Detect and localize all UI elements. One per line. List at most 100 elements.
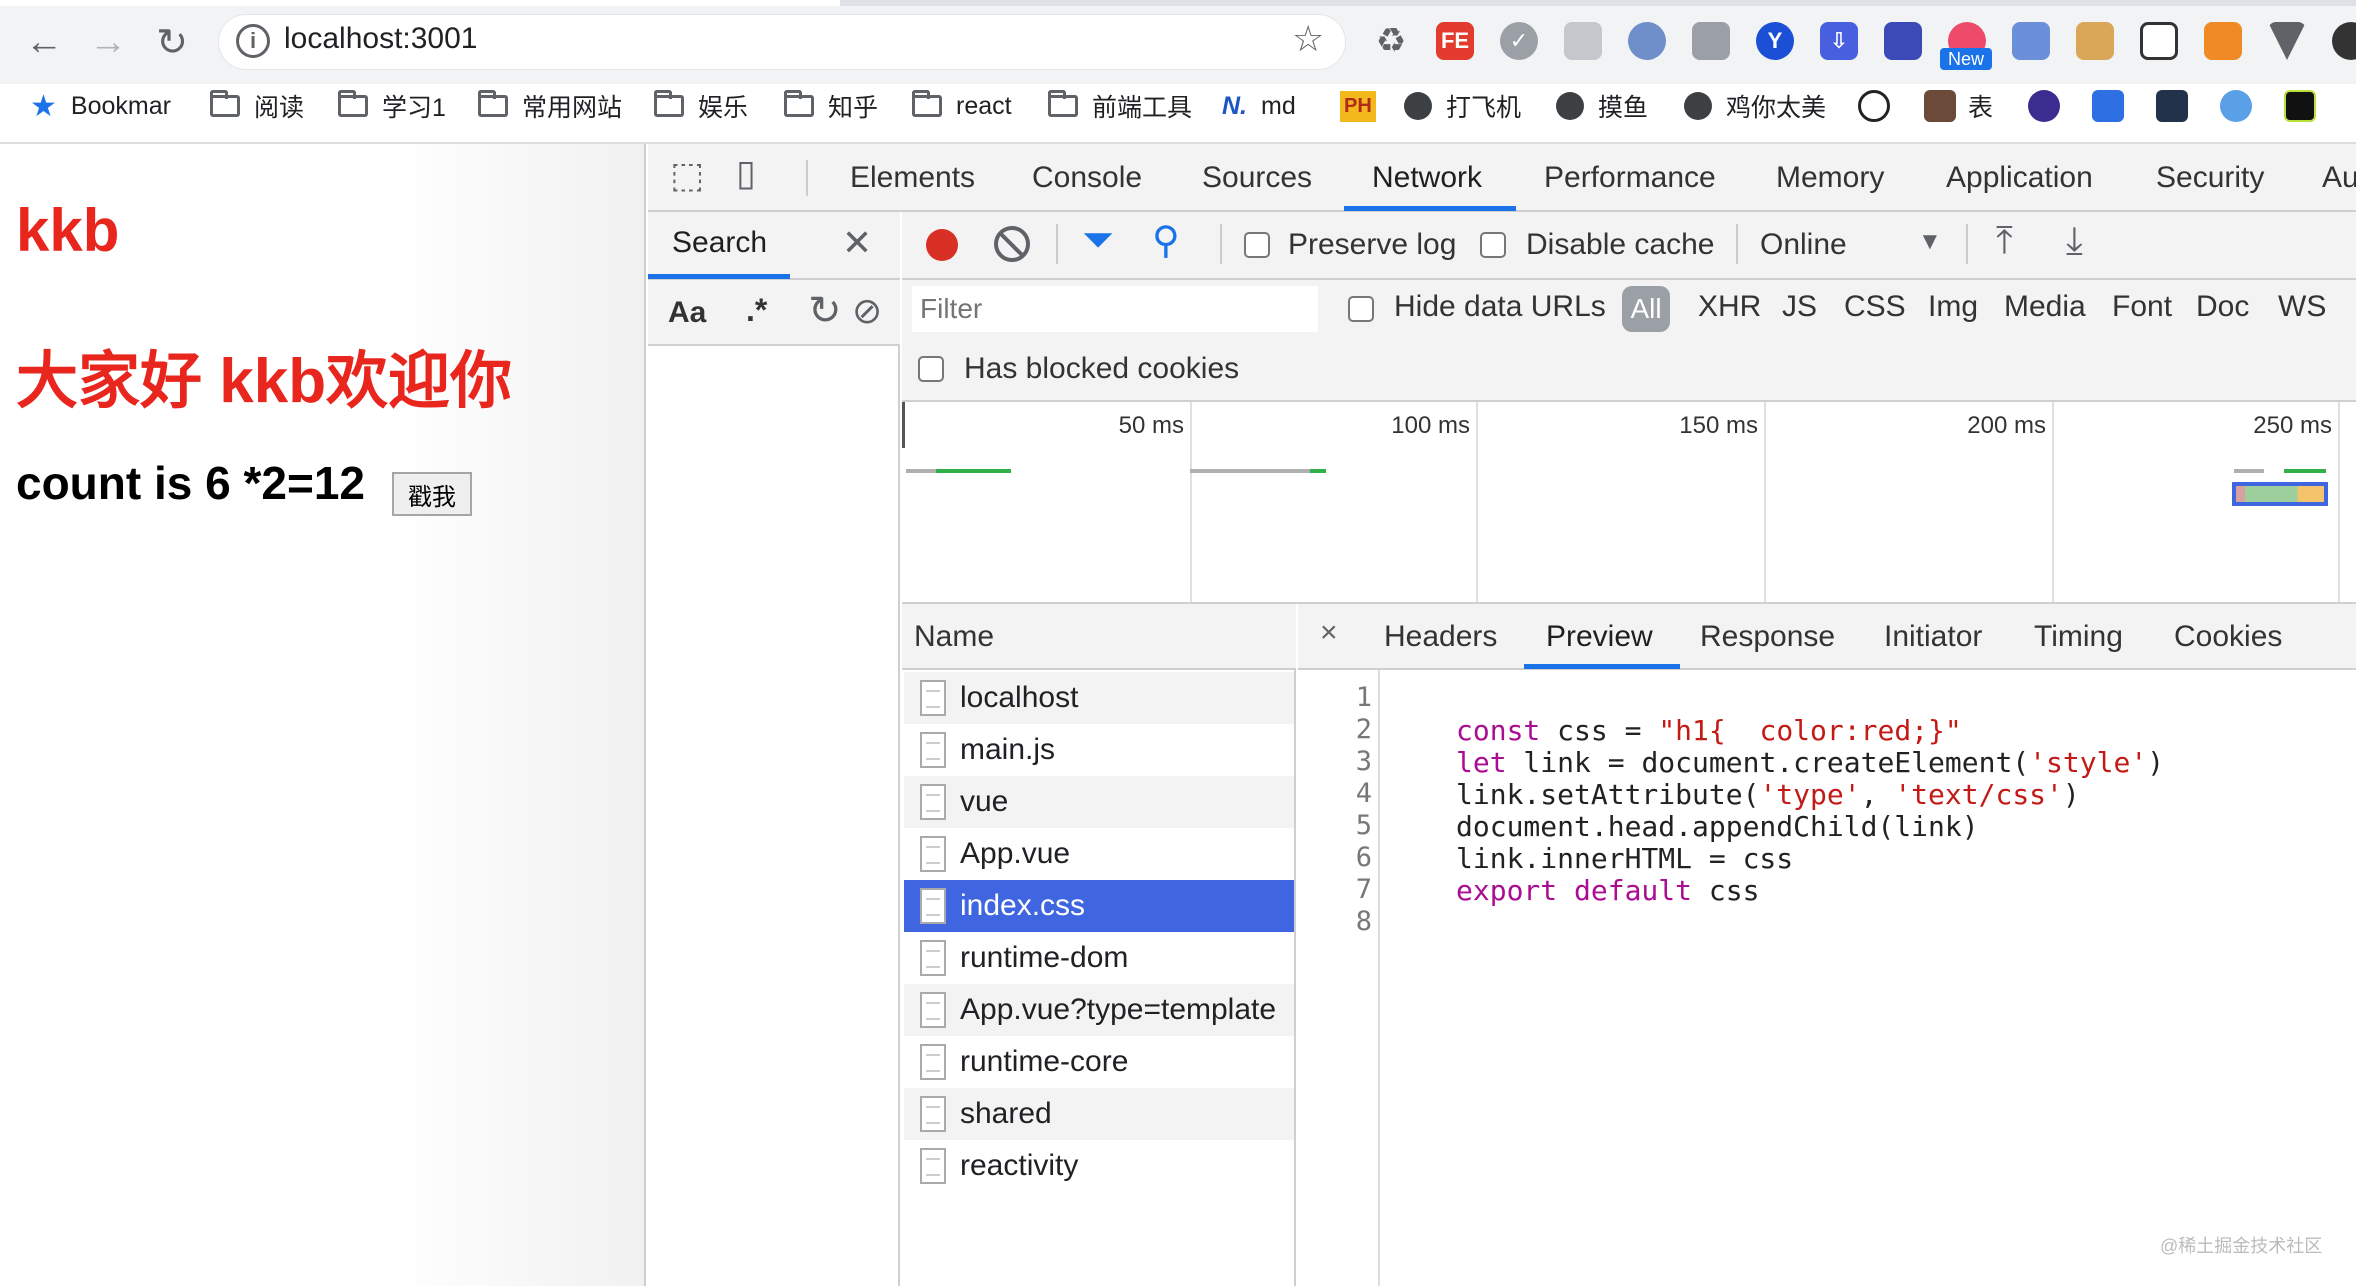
tab-elements[interactable]: Elements	[850, 144, 975, 212]
request-row[interactable]: vue	[904, 776, 1294, 828]
bookmark-folder[interactable]: 常用网站	[478, 86, 622, 126]
y-extension-icon[interactable]: Y	[1756, 22, 1794, 60]
fe-extension-icon[interactable]: FE	[1436, 22, 1474, 60]
tab-preview[interactable]: Preview	[1546, 604, 1653, 670]
request-row[interactable]: main.js	[904, 724, 1294, 776]
shield-extension-icon[interactable]	[1564, 22, 1602, 60]
type-filter-img[interactable]: Img	[1928, 290, 1978, 324]
tab-headers[interactable]: Headers	[1384, 604, 1497, 670]
request-row[interactable]: runtime-dom	[904, 932, 1294, 984]
box-extension-icon[interactable]	[2076, 22, 2114, 60]
search-tab-indicator	[648, 274, 790, 279]
metamask-extension-icon[interactable]	[2204, 22, 2242, 60]
recycle-extension-icon[interactable]: ♻	[1372, 22, 1410, 60]
request-row[interactable]: runtime-core	[904, 1036, 1294, 1088]
bookmark-folder[interactable]: react	[912, 86, 1012, 126]
tab-application[interactable]: Application	[1946, 144, 2093, 212]
search-icon[interactable]: ⚲	[1152, 218, 1180, 263]
type-filter-font[interactable]: Font	[2112, 290, 2172, 324]
bookmark-terminal[interactable]	[2156, 86, 2200, 126]
type-filter-xhr[interactable]: XHR	[1698, 290, 1761, 324]
tab-cookies[interactable]: Cookies	[2174, 604, 2282, 670]
request-row[interactable]: App.vue	[904, 828, 1294, 880]
hide-data-urls-checkbox[interactable]	[1348, 296, 1374, 322]
search-tab[interactable]: Search	[672, 226, 767, 260]
bookmark-folder[interactable]: 阅读	[210, 86, 304, 126]
preserve-log-checkbox[interactable]	[1244, 232, 1270, 258]
bookmark-producthunt[interactable]: PH	[1340, 86, 1376, 126]
download-extension-icon[interactable]: ⇩	[1820, 22, 1858, 60]
bookmark-folder[interactable]: 学习1	[338, 86, 446, 126]
bookmark-biao[interactable]: 表	[1924, 86, 1993, 126]
info-icon[interactable]: i	[236, 24, 270, 58]
bookmark-moyu[interactable]: 摸鱼	[1556, 86, 1648, 126]
vue-devtools-extension-icon[interactable]: ✓	[1500, 22, 1538, 60]
bookmark-star-icon[interactable]: ☆	[1292, 18, 1324, 60]
request-row[interactable]: App.vue?type=template	[904, 984, 1294, 1036]
tab-timing[interactable]: Timing	[2034, 604, 2123, 670]
bookmark-circle[interactable]	[2028, 86, 2072, 126]
close-detail-icon[interactable]: ×	[1320, 616, 1338, 650]
bookmark-c[interactable]	[2284, 86, 2328, 126]
throttling-select[interactable]: Online	[1760, 228, 1847, 262]
type-filter-media[interactable]: Media	[2004, 290, 2086, 324]
request-row[interactable]: shared	[904, 1088, 1294, 1140]
increment-button[interactable]: 戳我	[392, 472, 472, 516]
forward-arrow-icon[interactable]: →	[80, 14, 136, 70]
bookmark-folder[interactable]: 娱乐	[654, 86, 748, 126]
bookmark-n[interactable]	[2092, 86, 2136, 126]
type-filter-js[interactable]: JS	[1782, 290, 1817, 324]
name-column-header[interactable]: Name	[914, 620, 994, 654]
bookmark-panda[interactable]	[1858, 86, 1902, 126]
tab-performance[interactable]: Performance	[1544, 144, 1716, 212]
match-case-icon[interactable]: Aa	[668, 296, 706, 330]
inspect-element-icon[interactable]: ⬚	[670, 154, 704, 196]
filter-icon[interactable]: ⏷	[1082, 218, 1114, 263]
bookmark-folder[interactable]: 知乎	[784, 86, 878, 126]
reload-icon[interactable]: ↻	[144, 14, 200, 70]
bookmark-bird[interactable]	[2220, 86, 2264, 126]
type-filter-all[interactable]: All	[1622, 286, 1670, 332]
clear-log-icon[interactable]	[994, 226, 1030, 262]
request-row-selected[interactable]: index.css	[904, 880, 1294, 932]
blocked-cookies-checkbox[interactable]	[918, 356, 944, 382]
filter-input[interactable]	[912, 286, 1318, 332]
tab-memory[interactable]: Memory	[1776, 144, 1884, 212]
export-har-icon[interactable]: ⤓	[2066, 220, 2083, 263]
globe-icon	[1404, 92, 1432, 120]
close-icon[interactable]: ✕	[842, 222, 872, 264]
tab-sources[interactable]: Sources	[1202, 144, 1312, 212]
refresh-icon[interactable]: ↻	[808, 288, 842, 334]
regex-icon[interactable]: .*	[746, 292, 767, 329]
bookmark-jinitaimei[interactable]: 鸡你太美	[1684, 86, 1826, 126]
tab-console[interactable]: Console	[1032, 144, 1142, 212]
request-row[interactable]: localhost	[904, 672, 1294, 724]
request-row[interactable]: reactivity	[904, 1140, 1294, 1192]
type-filter-doc[interactable]: Doc	[2196, 290, 2249, 324]
back-arrow-icon[interactable]: ←	[16, 14, 72, 70]
disable-cache-checkbox[interactable]	[1480, 232, 1506, 258]
qrcode-extension-icon[interactable]	[2140, 22, 2178, 60]
translate-extension-icon[interactable]	[2012, 22, 2050, 60]
tab-network[interactable]: Network	[1372, 144, 1482, 212]
chevron-down-icon[interactable]: ▼	[1918, 228, 1942, 256]
tab-initiator[interactable]: Initiator	[1884, 604, 1982, 670]
bookmark-dafeiji[interactable]: 打飞机	[1404, 86, 1521, 126]
active-tab[interactable]	[0, 0, 840, 6]
security-extension-icon[interactable]	[1692, 22, 1730, 60]
tab-security[interactable]: Security	[2156, 144, 2264, 212]
bookmark-folder[interactable]: 前端工具	[1048, 86, 1192, 126]
tab-response[interactable]: Response	[1700, 604, 1835, 670]
type-filter-ws[interactable]: WS	[2278, 290, 2326, 324]
bookmark-md[interactable]: N. md	[1222, 86, 1296, 126]
import-har-icon[interactable]: ⤒	[1996, 220, 2013, 263]
bookmark-starred[interactable]: ★ Bookmar	[30, 86, 171, 126]
url-text[interactable]: localhost:3001	[284, 22, 477, 56]
device-toolbar-icon[interactable]: ▯	[736, 152, 756, 194]
window-extension-icon[interactable]	[1884, 22, 1922, 60]
tab-audits[interactable]: Au	[2322, 144, 2356, 212]
clear-search-icon[interactable]: ⊘	[852, 290, 882, 332]
record-icon[interactable]	[926, 229, 958, 261]
type-filter-css[interactable]: CSS	[1844, 290, 1906, 324]
circle-extension-icon[interactable]	[1628, 22, 1666, 60]
